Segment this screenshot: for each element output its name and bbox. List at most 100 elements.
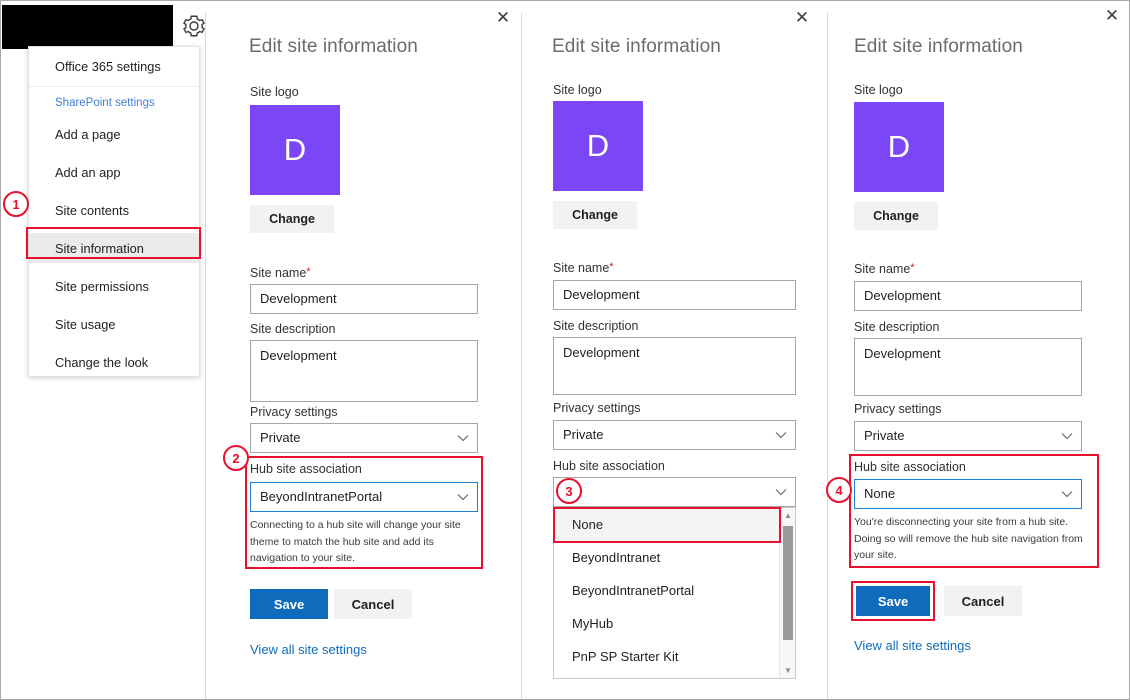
save-button[interactable]: Save (250, 589, 328, 619)
menu-item-office-365-settings[interactable]: Office 365 settings (29, 47, 199, 87)
page-title: Edit site information (854, 36, 1023, 58)
site-logo: D (854, 102, 944, 192)
annotation-step-4: 4 (826, 477, 852, 503)
menu-item-label: Add an app (29, 165, 120, 180)
menu-item-label: Site information (29, 241, 144, 256)
annotation-step-2: 2 (223, 445, 249, 471)
privacy-settings-value: Private (563, 427, 603, 442)
change-logo-button[interactable]: Change (553, 201, 637, 229)
change-logo-button[interactable]: Change (854, 202, 938, 230)
menu-item-site-permissions[interactable]: Site permissions (29, 271, 199, 301)
chevron-down-icon (775, 421, 787, 449)
privacy-settings-select[interactable]: Private (250, 423, 478, 453)
required-marker: * (910, 262, 914, 274)
close-icon[interactable]: ✕ (492, 7, 514, 29)
menu-item-add-a-page[interactable]: Add a page (29, 119, 199, 149)
site-description-label: Site description (553, 319, 638, 333)
site-logo-letter: D (888, 129, 910, 165)
site-name-label-text: Site name (854, 262, 910, 276)
privacy-settings-value: Private (260, 430, 300, 445)
settings-callout: Office 365 settings SharePoint settings … (28, 46, 200, 377)
menu-item-label: Site contents (29, 203, 129, 218)
screenshot-root: Office 365 settings SharePoint settings … (0, 0, 1130, 700)
site-description-input[interactable]: Development (854, 338, 1082, 396)
cancel-button[interactable]: Cancel (334, 589, 412, 619)
dropdown-option[interactable]: PnP SP Starter Kit (554, 640, 795, 673)
panel-divider-2 (521, 13, 522, 699)
site-logo-letter: D (587, 128, 609, 164)
site-name-input[interactable]: Development (854, 281, 1082, 311)
site-logo: D (553, 101, 643, 191)
menu-item-label: Office 365 settings (29, 59, 161, 74)
edit-site-panel-2: ✕ Edit site information Site logo D Chan… (217, 1, 522, 699)
page-title: Edit site information (249, 36, 418, 58)
site-logo-label: Site logo (854, 83, 903, 97)
site-logo: D (250, 105, 340, 195)
edit-site-panel-3: ✕ Edit site information Site logo D Chan… (523, 1, 828, 699)
panel-divider-1 (205, 13, 206, 699)
hub-site-helper-text: Connecting to a hub site will change you… (250, 517, 476, 567)
privacy-settings-select[interactable]: Private (854, 421, 1082, 451)
required-marker: * (306, 266, 310, 278)
hub-site-association-label: Hub site association (854, 460, 966, 474)
annotation-step-1: 1 (3, 191, 29, 217)
privacy-settings-select[interactable]: Private (553, 420, 796, 450)
menu-item-label: Change the look (29, 355, 148, 370)
hub-site-association-label: Hub site association (553, 459, 665, 473)
edit-site-panel-4: ✕ Edit site information Site logo D Chan… (829, 1, 1130, 699)
hub-site-helper-text: You're disconnecting your site from a hu… (854, 514, 1086, 564)
dropdown-option[interactable]: BeyondIntranetPortal (554, 574, 795, 607)
chevron-down-icon (1061, 480, 1073, 508)
dropdown-option[interactable]: PnP SP Starter Kit (554, 673, 795, 679)
menu-item-site-information[interactable]: Site information (29, 233, 199, 263)
panel-divider-3 (827, 13, 828, 699)
close-icon[interactable]: ✕ (1101, 5, 1123, 27)
hub-site-association-dropdown[interactable]: None BeyondIntranet BeyondIntranetPortal… (553, 507, 796, 679)
view-all-site-settings-link[interactable]: View all site settings (854, 638, 971, 653)
site-name-label-text: Site name (553, 261, 609, 275)
chevron-down-icon (775, 478, 787, 506)
menu-item-label: Site permissions (29, 279, 149, 294)
privacy-settings-label: Privacy settings (250, 405, 338, 419)
site-name-input[interactable]: Development (553, 280, 796, 310)
hub-site-association-select[interactable]: None (854, 479, 1082, 509)
gear-icon[interactable] (181, 13, 207, 39)
view-all-site-settings-link[interactable]: View all site settings (250, 642, 367, 657)
hub-site-association-select[interactable] (553, 477, 796, 507)
site-description-input[interactable]: Development (250, 340, 478, 402)
change-logo-button[interactable]: Change (250, 205, 334, 233)
site-description-input[interactable]: Development (553, 337, 796, 395)
privacy-settings-label: Privacy settings (854, 402, 942, 416)
privacy-settings-label: Privacy settings (553, 401, 641, 415)
privacy-settings-value: Private (864, 428, 904, 443)
menu-item-change-the-look[interactable]: Change the look (29, 347, 199, 377)
dropdown-scrollbar[interactable]: ▲ ▼ (779, 508, 795, 678)
site-logo-label: Site logo (553, 83, 602, 97)
cancel-button[interactable]: Cancel (944, 586, 1022, 616)
save-button[interactable]: Save (856, 586, 930, 616)
hub-site-association-select[interactable]: BeyondIntranetPortal (250, 482, 478, 512)
scrollbar-thumb[interactable] (783, 526, 793, 640)
menu-item-add-an-app[interactable]: Add an app (29, 157, 199, 187)
menu-item-site-contents[interactable]: Site contents (29, 195, 199, 225)
site-logo-label: Site logo (250, 85, 299, 99)
caret-down-icon[interactable]: ▼ (780, 663, 796, 678)
dropdown-option[interactable]: MyHub (554, 607, 795, 640)
site-name-label: Site name* (854, 262, 915, 276)
chevron-down-icon (457, 424, 469, 452)
menu-section-header: SharePoint settings (55, 97, 155, 109)
hub-site-association-label: Hub site association (250, 462, 362, 476)
required-marker: * (609, 261, 613, 273)
dropdown-option[interactable]: None (554, 508, 795, 541)
hub-site-association-value: None (864, 486, 895, 501)
caret-up-icon[interactable]: ▲ (780, 508, 796, 523)
site-description-label: Site description (854, 320, 939, 334)
dropdown-option[interactable]: BeyondIntranet (554, 541, 795, 574)
site-name-label: Site name* (553, 261, 614, 275)
chevron-down-icon (1061, 422, 1073, 450)
site-name-input[interactable]: Development (250, 284, 478, 314)
menu-item-site-usage[interactable]: Site usage (29, 309, 199, 339)
page-title: Edit site information (552, 36, 721, 58)
redacted-header-bar (2, 5, 173, 49)
close-icon[interactable]: ✕ (791, 7, 813, 29)
